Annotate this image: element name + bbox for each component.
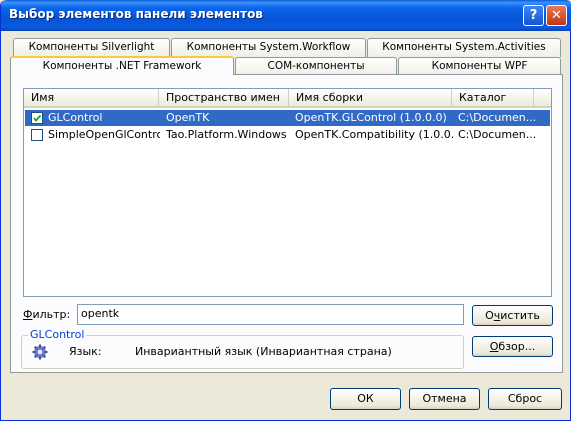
cell-namespace: Tao.Platform.Windows bbox=[166, 128, 287, 141]
group-title: GLControl bbox=[28, 328, 87, 341]
cell-assembly: OpenTK.Compatibility (1.0.0.0) bbox=[295, 128, 455, 141]
column-header-directory[interactable]: Каталог bbox=[452, 89, 534, 107]
browse-button[interactable]: Обзор... bbox=[472, 336, 553, 357]
tab-label: Компоненты .NET Framework bbox=[42, 60, 202, 72]
tab-label: Компоненты Silverlight bbox=[28, 41, 155, 53]
ok-button[interactable]: ОК bbox=[330, 388, 401, 410]
check-icon bbox=[33, 114, 42, 122]
tab-label: COM-компоненты bbox=[267, 60, 365, 72]
tab-system-activities[interactable]: Компоненты System.Activities bbox=[367, 38, 561, 57]
tab-panel: Имя Пространство имен Имя сборки Каталог… bbox=[10, 74, 563, 373]
dialog-window: Выбор элементов панели элементов ? ✕ Ком… bbox=[0, 0, 571, 421]
cell-directory: C:\Documen... bbox=[458, 128, 536, 141]
help-button[interactable]: ? bbox=[523, 5, 544, 26]
list-row[interactable]: GLControl OpenTK OpenTK.GLControl (1.0.0… bbox=[25, 110, 550, 126]
column-header-assembly[interactable]: Имя сборки bbox=[289, 89, 452, 107]
tab-label: Компоненты System.Workflow bbox=[186, 41, 351, 53]
filter-input[interactable]: opentk bbox=[77, 304, 464, 325]
column-header-name[interactable]: Имя bbox=[24, 89, 159, 107]
window-title: Выбор элементов панели элементов bbox=[9, 7, 263, 21]
reset-button[interactable]: Сброс bbox=[488, 388, 562, 410]
title-bar[interactable]: Выбор элементов панели элементов ? ✕ bbox=[1, 0, 571, 31]
row-checkbox[interactable] bbox=[31, 129, 43, 141]
cell-namespace: OpenTK bbox=[166, 111, 210, 124]
gear-icon bbox=[32, 344, 48, 360]
tab-silverlight[interactable]: Компоненты Silverlight bbox=[13, 38, 170, 57]
tab-net-framework[interactable]: Компоненты .NET Framework bbox=[10, 56, 234, 75]
cancel-button[interactable]: Отмена bbox=[409, 388, 480, 410]
list-header: Имя Пространство имен Имя сборки Каталог bbox=[24, 89, 551, 108]
cell-assembly: OpenTK.GLControl (1.0.0.0) bbox=[295, 111, 447, 124]
help-icon: ? bbox=[529, 8, 538, 23]
cell-directory: C:\Documen... bbox=[458, 111, 536, 124]
language-value: Инвариантный язык (Инвариантная страна) bbox=[135, 345, 392, 358]
tab-label: Компоненты WPF bbox=[431, 60, 528, 72]
column-header-namespace[interactable]: Пространство имен bbox=[159, 89, 289, 107]
clear-button[interactable]: Очистить bbox=[472, 305, 553, 326]
cell-name: SimpleOpenGlControl bbox=[48, 128, 160, 141]
filter-label: Фильтр: bbox=[23, 308, 71, 321]
cell-name: GLControl bbox=[48, 111, 103, 124]
tab-label: Компоненты System.Activities bbox=[382, 41, 546, 53]
components-list[interactable]: Имя Пространство имен Имя сборки Каталог… bbox=[23, 88, 552, 297]
row-checkbox[interactable] bbox=[31, 112, 43, 124]
language-label: Язык: bbox=[69, 345, 102, 358]
tab-system-workflow[interactable]: Компоненты System.Workflow bbox=[171, 38, 366, 57]
close-icon: ✕ bbox=[551, 8, 562, 23]
close-button[interactable]: ✕ bbox=[546, 5, 567, 26]
list-row[interactable]: SimpleOpenGlControl Tao.Platform.Windows… bbox=[25, 127, 550, 143]
details-group: GLControl Язык: Инвариантный язык (Инвар… bbox=[21, 328, 464, 369]
